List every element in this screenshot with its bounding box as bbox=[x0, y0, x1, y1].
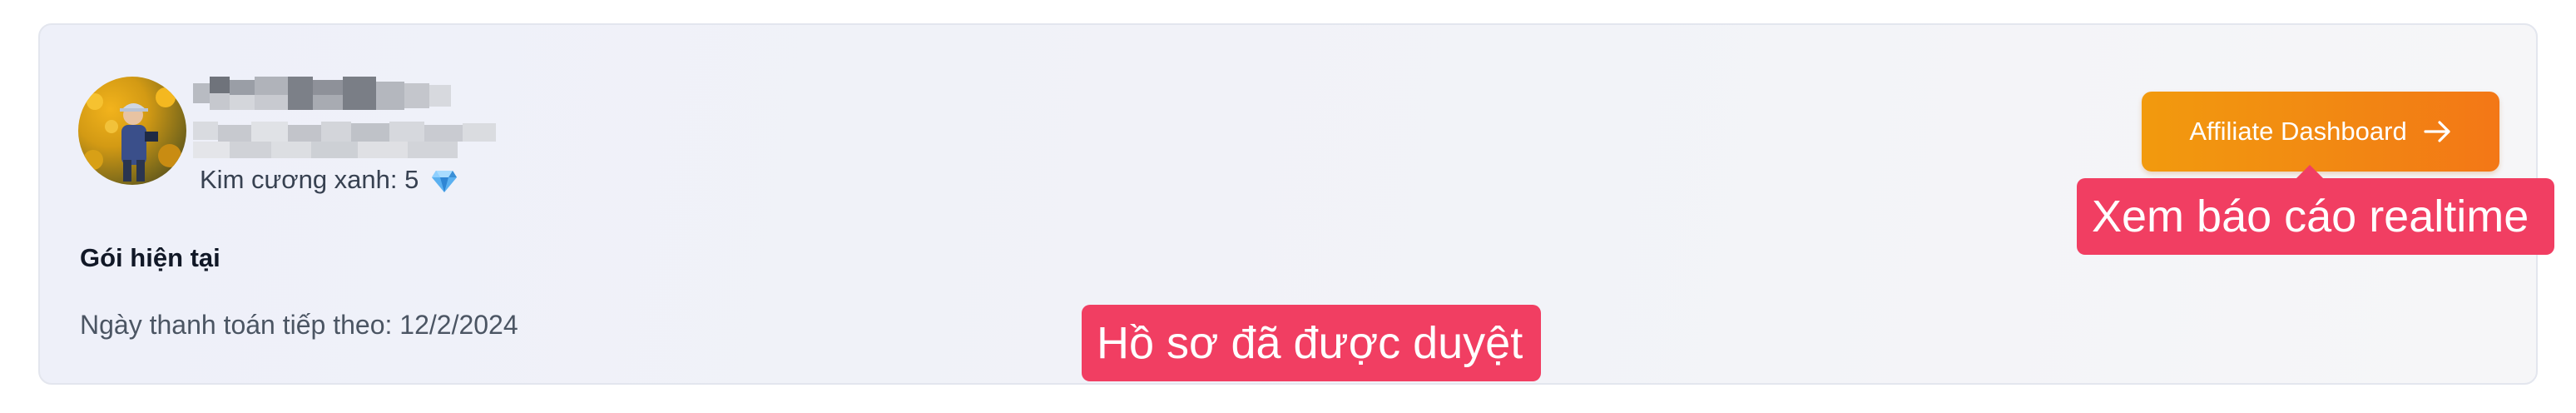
diamond-balance: Kim cương xanh: 5 bbox=[200, 163, 458, 197]
page: Kim cương xanh: 5 Gói hiện tại Ngày than… bbox=[0, 0, 2576, 413]
affiliate-dashboard-label: Affiliate Dashboard bbox=[2189, 117, 2407, 146]
arrow-right-icon bbox=[2424, 121, 2450, 142]
next-payment-date: Ngày thanh toán tiếp theo: 12/2/2024 bbox=[80, 310, 518, 340]
affiliate-dashboard-button[interactable]: Affiliate Dashboard bbox=[2142, 92, 2499, 172]
diamond-balance-text: Kim cương xanh: 5 bbox=[200, 165, 419, 194]
realtime-report-tooltip: Xem báo cáo realtime bbox=[2077, 165, 2554, 255]
current-plan-heading: Gói hiện tại bbox=[80, 243, 220, 272]
gem-icon bbox=[432, 170, 457, 192]
username-redacted bbox=[193, 77, 458, 110]
email-redacted bbox=[193, 122, 508, 162]
avatar-photo bbox=[83, 87, 181, 182]
avatar[interactable] bbox=[78, 77, 186, 185]
profile-approved-tooltip: Hồ sơ đã được duyệt bbox=[1082, 305, 1541, 381]
